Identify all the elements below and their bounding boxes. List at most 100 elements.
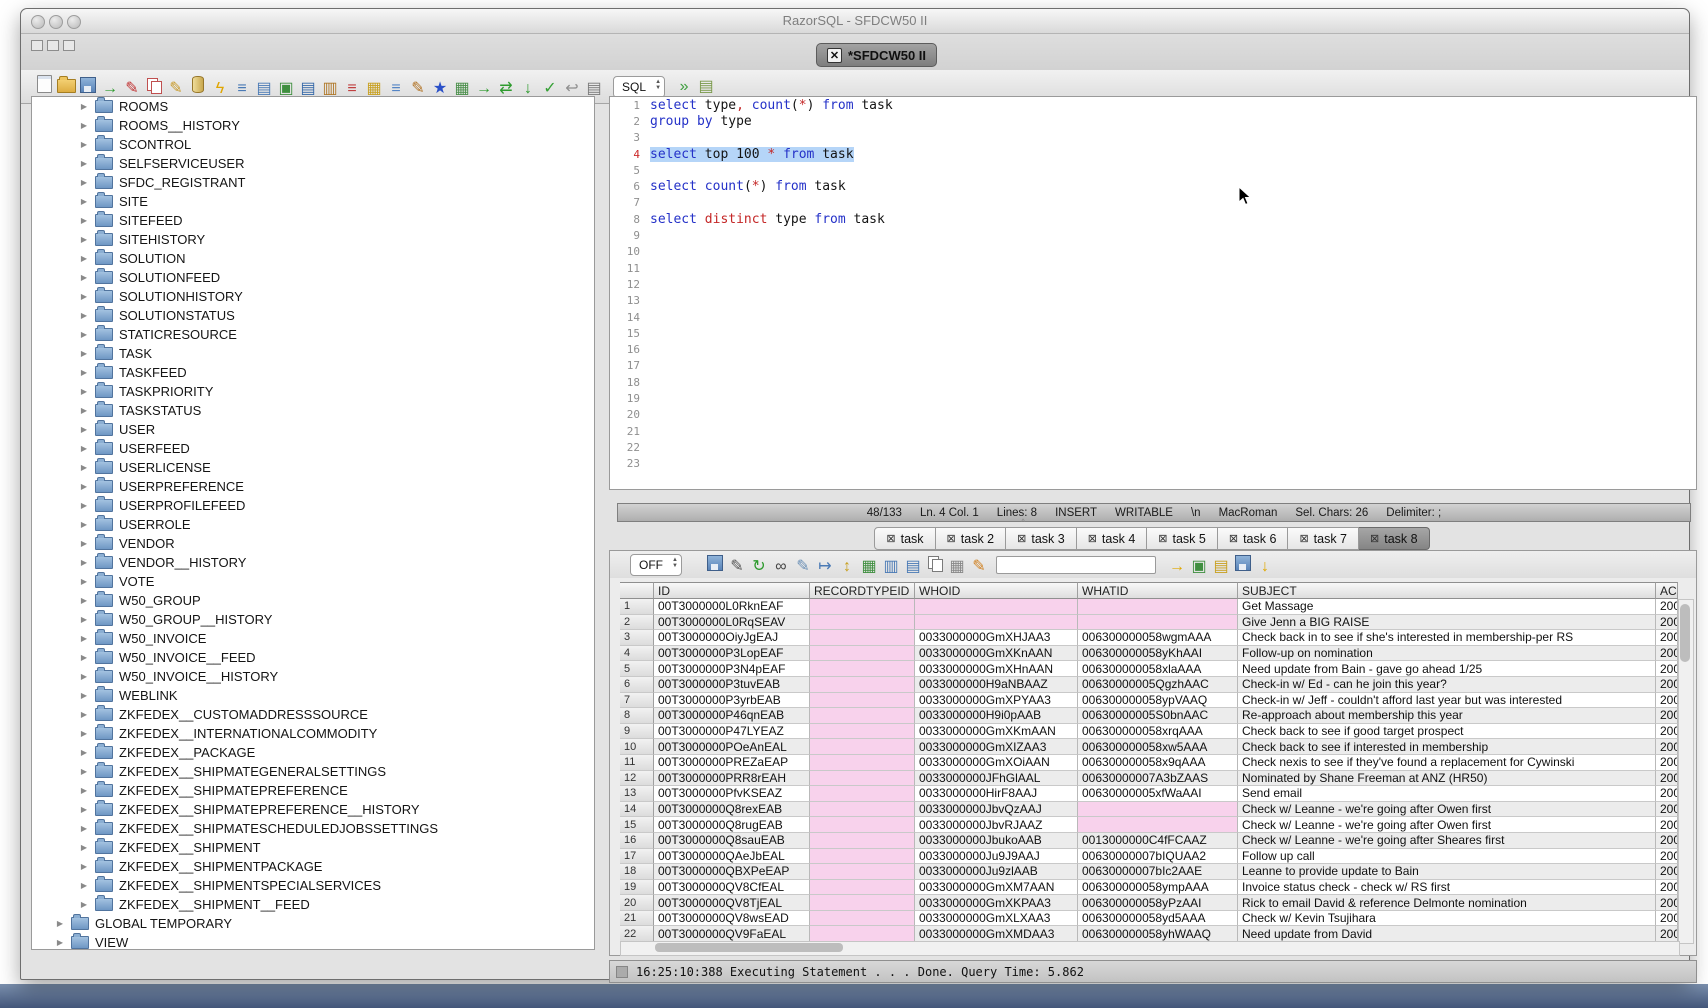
disclosure-triangle-icon[interactable]: ▶ — [78, 615, 90, 624]
sort-rows-icon[interactable]: ↕ — [836, 556, 858, 578]
cell-recordtypeid[interactable] — [810, 817, 915, 833]
column-header-id[interactable]: ID — [654, 582, 810, 599]
table-row[interactable]: 800T3000000P46qnEAB0033000000H9i0pAAB006… — [620, 708, 1678, 724]
editor-line[interactable]: 20 — [610, 407, 1696, 423]
cell-ac[interactable]: 200 — [1656, 786, 1678, 802]
disclosure-triangle-icon[interactable]: ▶ — [78, 881, 90, 890]
cell-whoid[interactable]: 0033000000GmXHnAAN — [915, 661, 1078, 677]
tree-item[interactable]: ▶STATICRESOURCE — [32, 325, 594, 344]
result-tab-task-6[interactable]: ⊠task 6 — [1218, 527, 1289, 550]
disclosure-triangle-icon[interactable]: ▶ — [78, 235, 90, 244]
disclosure-triangle-icon[interactable]: ▶ — [78, 292, 90, 301]
frame-maximize-icon[interactable] — [63, 40, 75, 51]
frame-menu-icon[interactable] — [31, 40, 43, 51]
cell-recordtypeid[interactable] — [810, 880, 915, 896]
task-list-icon[interactable]: ▤ — [695, 76, 717, 98]
tree-item[interactable]: ▶TASKFEED — [32, 363, 594, 382]
cell-whatid[interactable] — [1078, 802, 1238, 818]
editor-line[interactable]: 5 — [610, 162, 1696, 178]
editor-line[interactable]: 11 — [610, 260, 1696, 276]
copy-connection-icon[interactable] — [143, 75, 165, 97]
cell-whatid[interactable]: 006300000058xw5AAA — [1078, 739, 1238, 755]
table-row[interactable]: 100T3000000L0RknEAFGet Massage200 — [620, 599, 1678, 615]
cell-ac[interactable]: 200 — [1656, 599, 1678, 615]
tree-item[interactable]: ▶W50_GROUP__HISTORY — [32, 610, 594, 629]
cell-recordtypeid[interactable] — [810, 630, 915, 646]
cell-ac[interactable]: 200 — [1656, 661, 1678, 677]
cell-whoid[interactable]: 0033000000HirF8AAJ — [915, 786, 1078, 802]
cell-whatid[interactable]: 006300000058yKhAAI — [1078, 646, 1238, 662]
table-row[interactable]: 1400T3000000Q8rexEAB0033000000JbvQzAAJCh… — [620, 802, 1678, 818]
find-next-icon[interactable]: → — [1166, 556, 1188, 578]
edit-results-icon[interactable]: ✎ — [726, 556, 748, 578]
cell-subject[interactable]: Check-in w/ Jeff - couldn't afford last … — [1238, 693, 1656, 709]
cell-recordtypeid[interactable] — [810, 849, 915, 865]
cell-subject[interactable]: Check w/ Leanne - we're going after Shea… — [1238, 833, 1656, 849]
cell-recordtypeid[interactable] — [810, 786, 915, 802]
tree-item[interactable]: ▶USERPREFERENCE — [32, 477, 594, 496]
cell-whoid[interactable]: 0033000000Ju9zlAAB — [915, 864, 1078, 880]
disclosure-triangle-icon[interactable]: ▶ — [78, 121, 90, 130]
tree-item[interactable]: ▶ZKFEDEX__SHIPMENTPACKAGE — [32, 857, 594, 876]
cell-recordtypeid[interactable] — [810, 864, 915, 880]
edit-export-icon[interactable]: ▤ — [1210, 556, 1232, 578]
editor-line[interactable]: 13 — [610, 293, 1696, 309]
disclosure-triangle-icon[interactable]: ▶ — [78, 216, 90, 225]
results-vertical-scrollbar[interactable] — [1678, 599, 1694, 944]
cell-whoid[interactable] — [915, 599, 1078, 615]
cell-whoid[interactable]: 0033000000H9i0pAAB — [915, 708, 1078, 724]
tree-item[interactable]: ▶TASKPRIORITY — [32, 382, 594, 401]
form-view-icon[interactable]: ▤ — [902, 556, 924, 578]
tree-item[interactable]: ▶W50_INVOICE — [32, 629, 594, 648]
cell-ac[interactable]: 200 — [1656, 817, 1678, 833]
disclosure-triangle-icon[interactable]: ▶ — [78, 330, 90, 339]
cell-ac[interactable]: 200 — [1656, 755, 1678, 771]
disclosure-triangle-icon[interactable]: ▶ — [78, 425, 90, 434]
table-row[interactable]: 2200T3000000QV9FaEAL0033000000GmXMDAA300… — [620, 926, 1678, 942]
cell-whoid[interactable]: 0033000000GmXLXAA3 — [915, 911, 1078, 927]
tree-item[interactable]: ▶ZKFEDEX__SHIPMENT__FEED — [32, 895, 594, 914]
tree-item[interactable]: ▶WEBLINK — [32, 686, 594, 705]
open-file-icon[interactable] — [55, 75, 77, 97]
insert-row-icon[interactable]: ↦ — [814, 556, 836, 578]
cell-subject[interactable]: Check-in w/ Ed - can he join this year? — [1238, 677, 1656, 693]
tree-item[interactable]: ▶ZKFEDEX__SHIPMATEPREFERENCE — [32, 781, 594, 800]
editor-line[interactable]: 1select type, count(*) from task — [610, 97, 1696, 113]
cell-subject[interactable]: Need update from Bain - gave go ahead 1/… — [1238, 661, 1656, 677]
reload-table-icon[interactable]: ▦ — [858, 556, 880, 578]
column-header-ac[interactable]: AC — [1656, 582, 1678, 599]
cell-subject[interactable]: Send email — [1238, 786, 1656, 802]
editor-line[interactable]: 9 — [610, 227, 1696, 243]
tree-item[interactable]: ▶VENDOR__HISTORY — [32, 553, 594, 572]
editor-line[interactable]: 12 — [610, 276, 1696, 292]
cell-recordtypeid[interactable] — [810, 599, 915, 615]
cell-whatid[interactable]: 00630000005QgzhAAC — [1078, 677, 1238, 693]
disclosure-triangle-icon[interactable]: ▶ — [78, 634, 90, 643]
tree-item[interactable]: ▶SOLUTIONHISTORY — [32, 287, 594, 306]
tree-item[interactable]: ▶USER — [32, 420, 594, 439]
cell-subject[interactable]: Check back to see if good target prospec… — [1238, 724, 1656, 740]
cell-subject[interactable]: Follow-up on nomination — [1238, 646, 1656, 662]
tree-item[interactable]: ▶ZKFEDEX__SHIPMATESCHEDULEDJOBSSETTINGS — [32, 819, 594, 838]
save-file-icon[interactable] — [77, 74, 99, 96]
edit-cell-icon[interactable]: ✎ — [792, 556, 814, 578]
cell-ac[interactable]: 200 — [1656, 693, 1678, 709]
cell-id[interactable]: 00T3000000QV8wsEAD — [654, 911, 810, 927]
cell-whatid[interactable]: 00630000005xfWaAAI — [1078, 786, 1238, 802]
translate-icon[interactable]: » — [673, 76, 695, 98]
editor-line[interactable]: 19 — [610, 390, 1696, 406]
close-tab-icon[interactable]: ⊠ — [1370, 532, 1379, 545]
disclosure-triangle-icon[interactable]: ▶ — [78, 539, 90, 548]
close-tab-icon[interactable]: ⊠ — [1299, 532, 1308, 545]
table-row[interactable]: 1000T3000000POeAnEAL0033000000GmXIZAA300… — [620, 739, 1678, 755]
cell-whatid[interactable]: 006300000058yhWAAQ — [1078, 926, 1238, 942]
statement-type-select[interactable]: SQL ▲▼ — [613, 76, 665, 98]
cell-whatid[interactable]: 00630000007A3bZAAS — [1078, 771, 1238, 787]
cell-ac[interactable]: 200 — [1656, 911, 1678, 927]
refresh-query-icon[interactable]: ↻ — [748, 556, 770, 578]
disclosure-triangle-icon[interactable]: ▶ — [78, 406, 90, 415]
cell-id[interactable]: 00T3000000PfvKSEAZ — [654, 786, 810, 802]
tree-item[interactable]: ▶SOLUTIONFEED — [32, 268, 594, 287]
result-tab-task[interactable]: ⊠task — [874, 527, 935, 550]
window-titlebar[interactable]: RazorSQL - SFDCW50 II — [21, 9, 1689, 34]
